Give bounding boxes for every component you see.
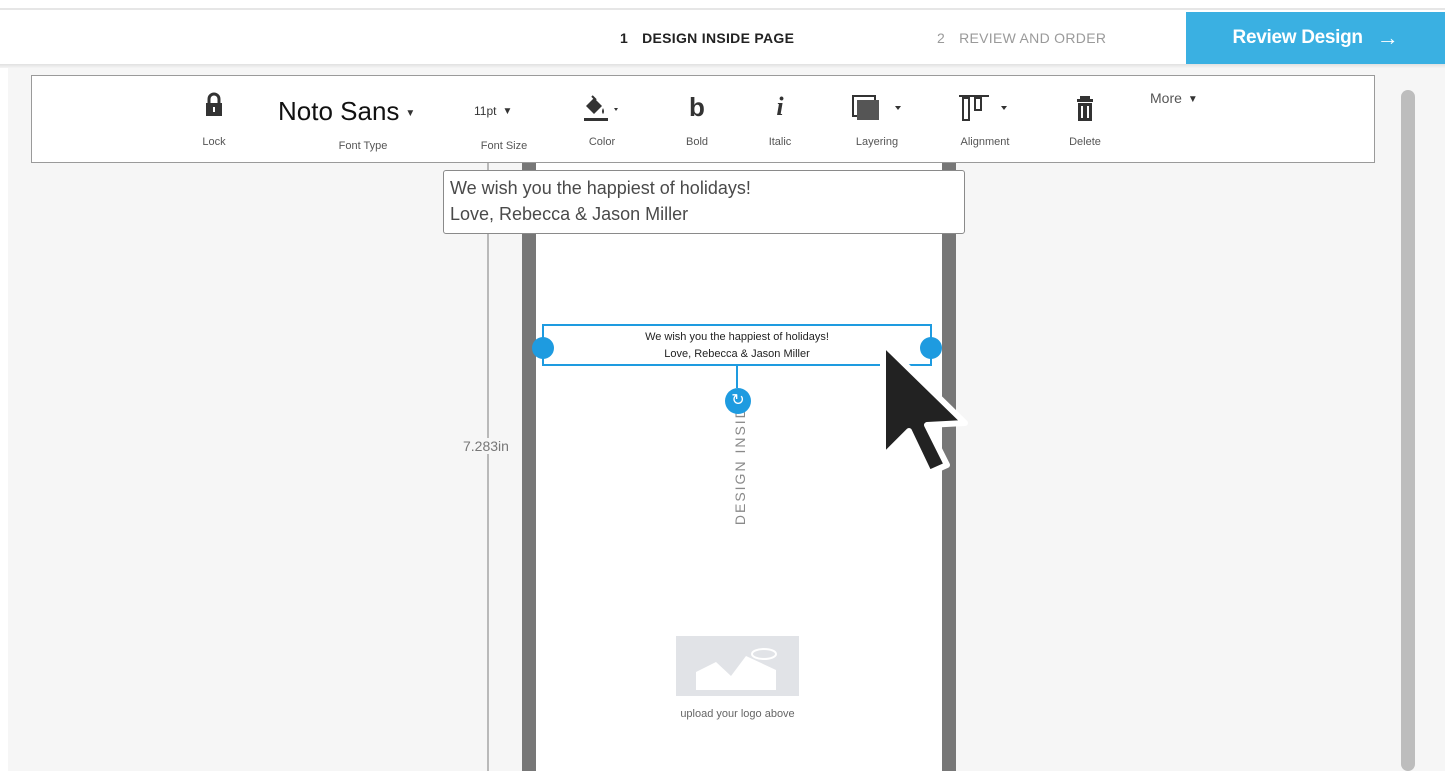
delete-label: Delete xyxy=(1069,136,1101,148)
more-label: More xyxy=(1150,90,1182,106)
trash-icon xyxy=(1062,94,1108,124)
ruler-label: 7.283in xyxy=(463,438,509,454)
arrow-right-icon: → xyxy=(1376,25,1399,50)
font-size-dropdown[interactable]: 11pt ▼ Font Size xyxy=(474,76,534,164)
lock-icon xyxy=(192,92,236,124)
step-label: REVIEW AND ORDER xyxy=(959,30,1107,46)
selected-text-element[interactable]: We wish you the happiest of holidays! Lo… xyxy=(542,324,932,366)
resize-handle-left[interactable] xyxy=(532,337,554,359)
step-design-inside-page[interactable]: 1 DESIGN INSIDE PAGE xyxy=(620,30,794,46)
color-label: Color xyxy=(588,136,616,148)
color-button[interactable]: Color xyxy=(572,76,632,164)
canvas-text-line-1: We wish you the happiest of holidays! xyxy=(645,331,829,343)
text-editor-box[interactable]: We wish you the happiest of holidays! Lo… xyxy=(443,170,965,234)
canvas-text-line-2: Love, Rebecca & Jason Miller xyxy=(664,348,810,360)
logo-caption: upload your logo above xyxy=(680,708,795,720)
alignment-button[interactable]: Alignment xyxy=(950,76,1020,164)
chevron-down-icon: ▼ xyxy=(1187,93,1198,105)
rotate-handle-icon[interactable]: ↻ xyxy=(725,388,751,414)
align-top-icon xyxy=(950,94,1020,124)
editor-line-2: Love, Rebecca & Jason Miller xyxy=(450,204,689,224)
step-number: 1 xyxy=(620,30,629,46)
chevron-down-icon: ▼ xyxy=(502,106,513,118)
bold-label: Bold xyxy=(685,136,709,148)
review-design-button[interactable]: Review Design → xyxy=(1186,12,1445,64)
lock-button[interactable]: Lock xyxy=(192,76,236,164)
bold-button[interactable]: b Bold xyxy=(677,76,717,164)
step-number: 2 xyxy=(937,30,946,46)
vertical-scrollbar[interactable] xyxy=(1401,90,1415,771)
mouse-pointer-icon xyxy=(880,340,968,476)
font-size-label: Font Size xyxy=(480,140,528,152)
more-dropdown[interactable]: More ▼ xyxy=(1150,76,1220,164)
height-ruler xyxy=(487,163,489,771)
delete-button[interactable]: Delete xyxy=(1062,76,1108,164)
lock-label: Lock xyxy=(202,136,226,148)
text-toolbar: Lock Noto Sans ▼ Font Type 11pt ▼ Font Siz… xyxy=(31,75,1375,163)
alignment-label: Alignment xyxy=(960,136,1010,148)
font-size-value: 11pt xyxy=(474,104,497,118)
review-design-label: Review Design xyxy=(1232,27,1364,48)
step-review-and-order[interactable]: 2 REVIEW AND ORDER xyxy=(937,30,1106,46)
logo-placeholder-image[interactable] xyxy=(676,636,799,696)
chevron-down-icon: ▼ xyxy=(405,107,416,119)
font-type-value: Noto Sans xyxy=(278,96,400,126)
step-label: DESIGN INSIDE PAGE xyxy=(642,30,795,46)
rotate-stem xyxy=(736,366,738,388)
editor-line-1: We wish you the happiest of holidays! xyxy=(450,178,751,198)
layering-label: Layering xyxy=(855,136,899,148)
italic-icon: i xyxy=(776,92,784,121)
italic-label: Italic xyxy=(768,136,792,148)
layers-icon xyxy=(842,94,912,124)
italic-button[interactable]: i Italic xyxy=(760,76,800,164)
font-type-dropdown[interactable]: Noto Sans ▼ Font Type xyxy=(278,76,448,164)
bold-icon: b xyxy=(689,92,705,122)
font-type-label: Font Type xyxy=(338,140,388,152)
layering-button[interactable]: Layering xyxy=(842,76,912,164)
design-inside-watermark: DESIGN INSIDE xyxy=(732,394,748,526)
paint-bucket-icon xyxy=(572,94,632,124)
